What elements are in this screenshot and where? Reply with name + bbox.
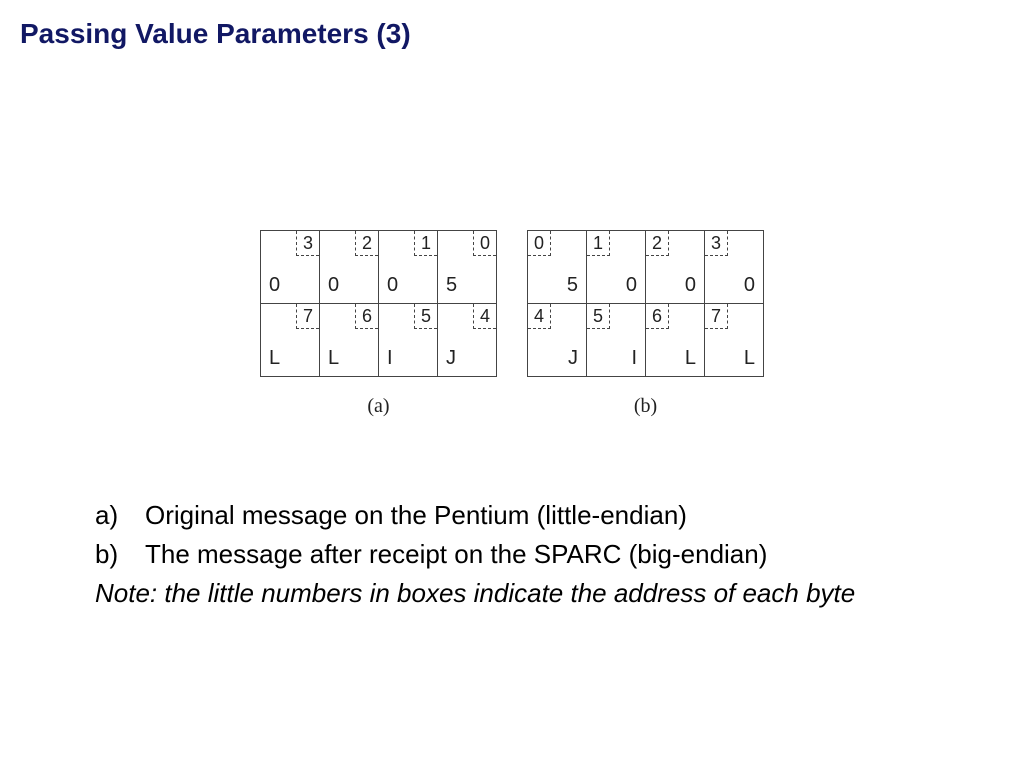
- table-row: 0 5 1 0 2 0 3 0: [528, 231, 764, 304]
- diagram-area: 3 0 2 0 1 0 0 5: [0, 230, 1024, 418]
- byte-address: 4: [473, 304, 496, 329]
- byte-cell: 5 I: [379, 304, 438, 377]
- byte-address: 5: [587, 304, 610, 329]
- table-a-label: (a): [260, 395, 497, 418]
- list-item: b) The message after receipt on the SPAR…: [95, 537, 925, 572]
- byte-address: 7: [296, 304, 319, 329]
- list-text: The message after receipt on the SPARC (…: [145, 537, 767, 572]
- byte-address: 3: [705, 231, 728, 256]
- byte-value: 0: [587, 272, 645, 303]
- byte-value: 0: [261, 272, 319, 303]
- explanation-text: a) Original message on the Pentium (litt…: [95, 498, 925, 611]
- table-a-wrapper: 3 0 2 0 1 0 0 5: [260, 230, 497, 418]
- note-text: Note: the little numbers in boxes indica…: [95, 576, 925, 611]
- slide: Passing Value Parameters (3) 3 0 2 0 1 0: [0, 0, 1024, 768]
- byte-cell: 0 5: [528, 231, 587, 304]
- byte-table-b: 0 5 1 0 2 0 3 0: [527, 230, 764, 377]
- table-b-label: (b): [527, 395, 764, 418]
- byte-address: 5: [414, 304, 437, 329]
- byte-address: 6: [355, 304, 378, 329]
- table-b-wrapper: 0 5 1 0 2 0 3 0: [527, 230, 764, 418]
- byte-value: L: [705, 345, 763, 376]
- table-row: 7 L 6 L 5 I 4 J: [261, 304, 497, 377]
- byte-cell: 3 0: [705, 231, 764, 304]
- list-marker: b): [95, 537, 145, 572]
- byte-cell: 1 0: [587, 231, 646, 304]
- byte-cell: 7 L: [705, 304, 764, 377]
- byte-cell: 0 5: [438, 231, 497, 304]
- byte-cell: 4 J: [438, 304, 497, 377]
- byte-cell: 3 0: [261, 231, 320, 304]
- byte-address: 1: [587, 231, 610, 256]
- byte-value: J: [438, 345, 496, 376]
- byte-value: L: [646, 345, 704, 376]
- byte-address: 1: [414, 231, 437, 256]
- byte-cell: 1 0: [379, 231, 438, 304]
- byte-address: 4: [528, 304, 551, 329]
- list-marker: a): [95, 498, 145, 533]
- slide-title: Passing Value Parameters (3): [20, 18, 411, 50]
- byte-cell: 6 L: [320, 304, 379, 377]
- byte-address: 6: [646, 304, 669, 329]
- byte-value: 0: [705, 272, 763, 303]
- byte-value: I: [587, 345, 645, 376]
- byte-address: 0: [528, 231, 551, 256]
- byte-cell: 5 I: [587, 304, 646, 377]
- byte-address: 2: [646, 231, 669, 256]
- byte-value: I: [379, 345, 437, 376]
- byte-cell: 2 0: [646, 231, 705, 304]
- byte-value: 5: [438, 272, 496, 303]
- byte-address: 0: [473, 231, 496, 256]
- byte-address: 2: [355, 231, 378, 256]
- table-row: 4 J 5 I 6 L 7 L: [528, 304, 764, 377]
- table-row: 3 0 2 0 1 0 0 5: [261, 231, 497, 304]
- byte-value: 0: [379, 272, 437, 303]
- byte-value: L: [320, 345, 378, 376]
- byte-value: J: [528, 345, 586, 376]
- byte-address: 7: [705, 304, 728, 329]
- byte-cell: 6 L: [646, 304, 705, 377]
- byte-cell: 7 L: [261, 304, 320, 377]
- byte-address: 3: [296, 231, 319, 256]
- byte-cell: 4 J: [528, 304, 587, 377]
- byte-table-a: 3 0 2 0 1 0 0 5: [260, 230, 497, 377]
- list-item: a) Original message on the Pentium (litt…: [95, 498, 925, 533]
- byte-value: 5: [528, 272, 586, 303]
- byte-value: 0: [646, 272, 704, 303]
- byte-value: 0: [320, 272, 378, 303]
- byte-value: L: [261, 345, 319, 376]
- list-text: Original message on the Pentium (little-…: [145, 498, 687, 533]
- byte-cell: 2 0: [320, 231, 379, 304]
